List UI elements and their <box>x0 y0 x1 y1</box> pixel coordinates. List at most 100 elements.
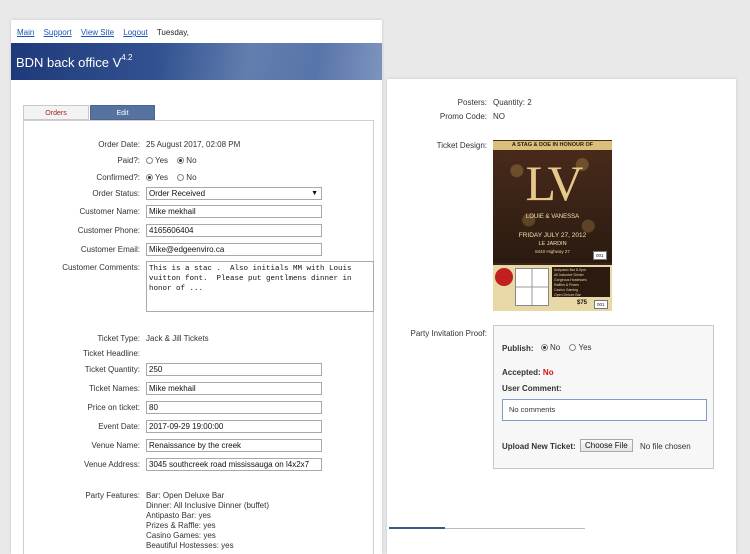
radio-icon <box>177 174 185 181</box>
ticket-logo-icon <box>495 268 513 286</box>
ticket-feature: Open Deluxe Bar <box>554 293 581 297</box>
promo-code-value: NO <box>493 112 505 121</box>
customer-name-label: Customer Name: <box>79 207 140 216</box>
venue-name-input[interactable]: Renaissance by the creek <box>146 439 322 452</box>
feature-item: Antipasto Bar: yes <box>146 511 211 520</box>
customer-comments-label: Customer Comments: <box>62 263 140 272</box>
ticket-names-text: LOUIE & VANESSA <box>525 214 580 220</box>
ticket-type-value: Jack & Jill Tickets <box>146 334 209 343</box>
confirmed-radio-group: Yes No <box>146 173 204 182</box>
customer-phone-input[interactable]: 4165606404 <box>146 224 322 237</box>
ticket-detail-panel: Posters: Quantity: 2 Promo Code: NO Tick… <box>387 79 736 554</box>
confirmed-no-label: No <box>186 173 197 182</box>
party-features-label: Party Features: <box>85 491 140 500</box>
paid-no-radio[interactable]: No <box>177 156 197 165</box>
publish-yes-radio[interactable]: Yes <box>569 343 592 352</box>
party-features-list: Bar: Open Deluxe Bar Dinner: All Inclusi… <box>146 491 269 551</box>
accepted-value: No <box>542 368 554 377</box>
paid-label: Paid?: <box>117 156 140 165</box>
paid-yes-radio[interactable]: Yes <box>146 156 168 165</box>
customer-phone-label: Customer Phone: <box>77 226 140 235</box>
publish-no-label: No <box>550 343 561 352</box>
user-comment-box: No comments <box>502 399 707 421</box>
radio-checked-icon <box>177 157 185 164</box>
paid-radio-group: Yes No <box>146 156 204 165</box>
nav-logout-link[interactable]: Logout <box>123 28 147 37</box>
ticket-banner-text: A STAG & DOE IN HONOUR OF <box>493 141 612 150</box>
customer-comments-textarea[interactable]: This is a stac . Also initials MM with L… <box>146 261 374 312</box>
ticket-names-label: Ticket Names: <box>89 384 140 393</box>
upload-label: Upload New Ticket: <box>502 442 576 451</box>
radio-checked-icon <box>541 344 548 351</box>
feature-item: Casino Games: yes <box>146 531 216 540</box>
ticket-type-label: Ticket Type: <box>97 334 140 343</box>
promo-code-label: Promo Code: <box>439 112 487 121</box>
header-banner: BDN back office V4.2 <box>11 43 382 80</box>
ticket-front: A STAG & DOE IN HONOUR OF LV LOUIE & VAN… <box>493 140 612 263</box>
nav-main-link[interactable]: Main <box>17 28 34 37</box>
admin-panel: Main Support View Site Logout Tuesday, B… <box>11 20 382 554</box>
app-version: 4.2 <box>121 53 133 62</box>
ticket-design-image[interactable]: A STAG & DOE IN HONOUR OF LV LOUIE & VAN… <box>493 140 612 311</box>
venue-address-label: Venue Address: <box>83 460 140 469</box>
venue-address-input[interactable]: 3045 southcreek road mississauga on l4x2… <box>146 458 322 471</box>
no-file-text: No file chosen <box>640 442 691 451</box>
banner-shine <box>162 43 382 80</box>
ticket-stub: Antipasto Bar 8-9pm All Inclusive Dinner… <box>493 265 612 311</box>
order-date-label: Order Date: <box>98 140 140 149</box>
ticket-stub-number: 001 <box>594 300 608 309</box>
venue-name-label: Venue Name: <box>91 441 140 450</box>
tab-edit[interactable]: Edit <box>90 105 155 120</box>
nav-day: Tuesday, <box>156 28 189 37</box>
ticket-quantity-label: Ticket Quantity: <box>84 365 140 374</box>
nav-view-site-link[interactable]: View Site <box>81 28 114 37</box>
confirmed-yes-radio[interactable]: Yes <box>146 173 168 182</box>
app-title-text: BDN back office V <box>16 55 122 70</box>
user-comment-label: User Comment: <box>502 384 562 393</box>
price-input[interactable]: 80 <box>146 401 322 414</box>
order-status-select[interactable]: Order Received ▼ <box>146 187 322 200</box>
app-title: BDN back office V4.2 <box>16 53 133 70</box>
ticket-design-label: Ticket Design: <box>436 141 487 150</box>
customer-email-input[interactable]: Mike@edgeenviro.ca <box>146 243 322 256</box>
nav-support-link[interactable]: Support <box>44 28 72 37</box>
radio-checked-icon <box>146 174 153 181</box>
order-status-label: Order Status: <box>92 189 140 198</box>
feature-item: Bar: Open Deluxe Bar <box>146 491 225 500</box>
top-nav: Main Support View Site Logout Tuesday, <box>17 28 189 37</box>
invitation-proof-box: Publish: No Yes Accepted: No User Commen… <box>493 325 714 469</box>
proof-label: Party Invitation Proof: <box>410 329 487 338</box>
publish-no-radio[interactable]: No <box>541 343 560 352</box>
posters-label: Posters: <box>457 98 487 107</box>
confirmed-no-radio[interactable]: No <box>177 173 197 182</box>
ticket-venue-text: LE JARDIN <box>538 241 567 247</box>
tab-orders[interactable]: Orders <box>23 105 89 120</box>
accepted-label: Accepted: <box>502 368 541 377</box>
posters-value: Quantity: 2 <box>493 98 532 107</box>
order-form: Order Date: 25 August 2017, 02:08 PM Pai… <box>23 120 374 554</box>
customer-email-label: Customer Email: <box>80 245 140 254</box>
publish-label: Publish: <box>502 344 534 353</box>
choose-file-button[interactable]: Choose File <box>580 439 633 452</box>
ticket-features-list: Antipasto Bar 8-9pm All Inclusive Dinner… <box>552 267 610 297</box>
radio-icon <box>569 344 577 351</box>
confirmed-label: Confirmed?: <box>96 173 140 182</box>
feature-item: Dinner: All Inclusive Dinner (buffet) <box>146 501 270 510</box>
ticket-number: 001 <box>593 251 607 260</box>
event-date-label: Event Date: <box>98 422 140 431</box>
ticket-date-text: FRIDAY JULY 27, 2012 <box>518 232 587 239</box>
event-date-input[interactable]: 2017-09-29 19:00:00 <box>146 420 322 433</box>
price-label: Price on ticket: <box>87 403 140 412</box>
radio-icon <box>146 157 153 164</box>
accepted-row: Accepted: No <box>502 368 554 377</box>
dropdown-arrow-icon: ▼ <box>311 190 318 197</box>
ticket-names-input[interactable]: Mike mekhail <box>146 382 322 395</box>
publish-yes-label: Yes <box>578 343 592 352</box>
paid-yes-label: Yes <box>155 156 169 165</box>
ticket-price: $75 <box>577 300 588 306</box>
ticket-headline-label: Ticket Headline: <box>82 349 140 358</box>
paid-no-label: No <box>186 156 197 165</box>
customer-name-input[interactable]: Mike mekhail <box>146 205 322 218</box>
ticket-quantity-input[interactable]: 250 <box>146 363 322 376</box>
feature-item: Prizes & Raffle: yes <box>146 521 216 530</box>
